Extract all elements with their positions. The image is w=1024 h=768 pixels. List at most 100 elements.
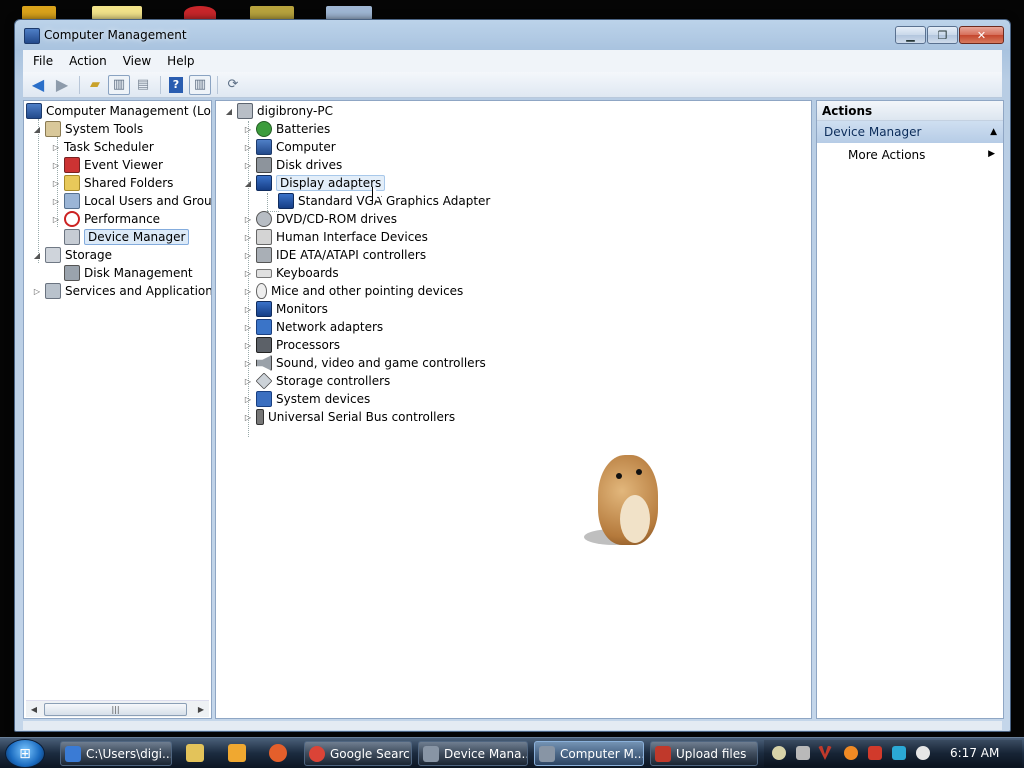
expand-arrow-icon[interactable]: ▷ <box>51 179 61 188</box>
expand-arrow-icon[interactable]: ▷ <box>243 143 253 152</box>
tree-root-computer-management[interactable]: Computer Management (Local <box>26 102 211 120</box>
device-tree-root[interactable]: ◢ digibrony-PC <box>224 102 333 120</box>
tray-flag-icon[interactable] <box>868 746 882 760</box>
expand-arrow-icon[interactable]: ▷ <box>243 377 253 386</box>
scrollbar-thumb[interactable]: ||| <box>44 703 187 716</box>
expand-arrow-icon[interactable]: ▷ <box>243 323 253 332</box>
collapse-arrow-icon[interactable]: ◢ <box>224 107 234 116</box>
expand-arrow-icon[interactable]: ▷ <box>51 215 61 224</box>
tree-line <box>38 119 39 263</box>
expand-arrow-icon[interactable]: ▷ <box>243 287 253 296</box>
menu-action[interactable]: Action <box>61 52 115 70</box>
device-category[interactable]: ▷ System devices <box>243 390 370 408</box>
horizontal-scrollbar[interactable]: ◀ ||| ▶ <box>26 700 209 717</box>
collapse-up-icon[interactable]: ▲ <box>990 127 997 137</box>
tray-monitor-icon[interactable] <box>892 746 906 760</box>
minimize-button[interactable]: ▁ <box>895 26 926 44</box>
menu-help[interactable]: Help <box>159 52 202 70</box>
storage-icon <box>45 247 61 263</box>
actions-section-device-manager[interactable]: Device Manager ▲ <box>817 121 1003 143</box>
menu-file[interactable]: File <box>25 52 61 70</box>
expand-arrow-icon[interactable]: ▷ <box>243 341 253 350</box>
close-button[interactable]: ✕ <box>959 26 1004 44</box>
expand-arrow-icon[interactable]: ▷ <box>243 359 253 368</box>
expand-arrow-icon[interactable]: ▷ <box>32 287 42 296</box>
device-category[interactable]: ◢ Display adapters <box>243 174 386 192</box>
tray-search-icon[interactable] <box>844 746 858 760</box>
up-one-level-button[interactable]: ▰ <box>84 75 106 95</box>
device-category[interactable]: ▷ DVD/CD-ROM drives <box>243 210 397 228</box>
taskbar-button-computer-management[interactable]: Computer M... <box>534 741 644 766</box>
scroll-left-icon[interactable]: ◀ <box>26 705 42 714</box>
device-category[interactable]: ▷ Monitors <box>243 300 328 318</box>
scroll-right-icon[interactable]: ▶ <box>193 705 209 714</box>
taskbar-clock[interactable]: 6:17 AM <box>950 746 999 760</box>
taskbar-button-explorer[interactable]: C:\Users\digi... <box>60 741 172 766</box>
tree-item-performance[interactable]: ▷ Performance <box>51 210 160 228</box>
show-hide-action-pane-button[interactable]: ▥ <box>189 74 211 95</box>
collapse-arrow-icon[interactable]: ◢ <box>32 251 42 260</box>
expand-arrow-icon[interactable]: ▷ <box>243 305 253 314</box>
tree-item-local-users-groups[interactable]: ▷ Local Users and Groups <box>51 192 211 210</box>
tree-item-system-tools[interactable]: ◢ System Tools <box>32 120 143 138</box>
title-bar[interactable]: Computer Management ▁ ❐ ✕ <box>15 20 1010 50</box>
expand-arrow-icon[interactable]: ▷ <box>243 413 253 422</box>
tree-item-storage[interactable]: ◢ Storage <box>32 246 112 264</box>
menu-view[interactable]: View <box>115 52 159 70</box>
expand-arrow-icon[interactable]: ▷ <box>243 269 253 278</box>
expand-arrow-icon[interactable]: ▷ <box>51 161 61 170</box>
device-category[interactable]: ▷ IDE ATA/ATAPI controllers <box>243 246 426 264</box>
device-category[interactable]: ▷ Batteries <box>243 120 330 138</box>
tree-item-device-manager[interactable]: Device Manager <box>64 228 190 246</box>
tree-item-services-applications[interactable]: ▷ Services and Applications <box>32 282 211 300</box>
device-category[interactable]: ▷ Human Interface Devices <box>243 228 428 246</box>
expand-arrow-icon[interactable]: ▷ <box>243 395 253 404</box>
properties-button[interactable]: ▤ <box>132 75 154 95</box>
expand-arrow-icon[interactable]: ▷ <box>243 251 253 260</box>
start-button[interactable]: ⊞ <box>5 739 45 768</box>
taskbar-button-chrome[interactable]: Google Searc... <box>304 741 412 766</box>
mouse-icon <box>256 283 267 299</box>
tree-item-shared-folders[interactable]: ▷ Shared Folders <box>51 174 173 192</box>
expand-arrow-icon[interactable]: ▷ <box>243 125 253 134</box>
device-category[interactable]: ▷ Sound, video and game controllers <box>243 354 486 372</box>
forward-button[interactable]: ▶ <box>51 75 73 95</box>
device-label: Keyboards <box>276 266 339 280</box>
tree-item-task-scheduler[interactable]: ▷ Task Scheduler <box>51 138 154 156</box>
status-bar <box>23 721 1002 730</box>
device-item[interactable]: Standard VGA Graphics Adapter <box>278 192 490 210</box>
more-actions-link[interactable]: More Actions ▶ <box>817 143 1003 165</box>
tray-gear-icon[interactable] <box>796 746 810 760</box>
collapse-arrow-icon[interactable]: ◢ <box>32 125 42 134</box>
tray-volume-icon[interactable] <box>916 746 930 760</box>
device-label: Mice and other pointing devices <box>271 284 464 298</box>
expand-arrow-icon[interactable]: ▷ <box>51 197 61 206</box>
scan-hardware-button[interactable]: ⟳ <box>222 75 244 95</box>
device-category[interactable]: ▷ Universal Serial Bus controllers <box>243 408 455 426</box>
quick-launch-media-icon[interactable] <box>228 744 246 762</box>
help-button[interactable]: ? <box>165 75 187 95</box>
device-category[interactable]: ▷ Computer <box>243 138 336 156</box>
expand-arrow-icon[interactable]: ▷ <box>243 161 253 170</box>
taskbar-button-upload-files[interactable]: Upload files <box>650 741 758 766</box>
taskbar-button-device-manager[interactable]: Device Mana... <box>418 741 528 766</box>
expand-arrow-icon[interactable]: ▷ <box>243 233 253 242</box>
tree-item-disk-management[interactable]: Disk Management <box>64 264 193 282</box>
restore-button[interactable]: ❐ <box>927 26 958 44</box>
quick-launch-folder-icon[interactable] <box>186 744 204 762</box>
device-category[interactable]: ▷ Mice and other pointing devices <box>243 282 463 300</box>
hamster-belly <box>620 495 650 543</box>
expand-arrow-icon[interactable]: ▷ <box>243 215 253 224</box>
show-hide-console-tree-button[interactable]: ▥ <box>108 74 130 95</box>
back-button[interactable]: ◀ <box>27 75 49 95</box>
tree-item-event-viewer[interactable]: ▷ Event Viewer <box>51 156 163 174</box>
device-category[interactable]: ▷ Disk drives <box>243 156 342 174</box>
expand-arrow-icon[interactable]: ▷ <box>51 143 61 152</box>
quick-launch-app-icon[interactable] <box>269 744 287 762</box>
device-category[interactable]: ▷ Network adapters <box>243 318 383 336</box>
tray-disc-icon[interactable] <box>772 746 786 760</box>
device-category[interactable]: ▷ Keyboards <box>243 264 339 282</box>
device-category[interactable]: ▷ Storage controllers <box>243 372 390 390</box>
device-category[interactable]: ▷ Processors <box>243 336 340 354</box>
collapse-arrow-icon[interactable]: ◢ <box>243 179 253 188</box>
